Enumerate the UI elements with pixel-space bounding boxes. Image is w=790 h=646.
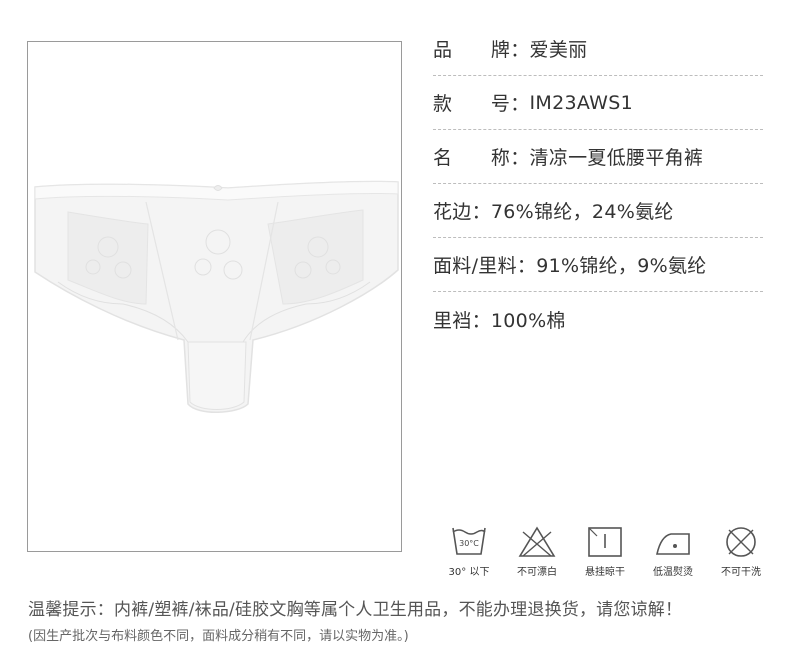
care-item-wash: 30°C 30° 以下 <box>440 524 498 578</box>
spec-label: 名 称： <box>433 147 530 169</box>
care-label: 30° 以下 <box>448 567 490 578</box>
wash-temp-label: 30°C <box>459 539 479 548</box>
care-label: 悬挂晾干 <box>585 567 625 578</box>
spec-value: 100%棉 <box>490 309 566 332</box>
spec-row-name: 名 称： 清凉一夏低腰平角裤 <box>433 130 763 184</box>
spec-label: 款 号： <box>433 93 530 115</box>
product-photo <box>27 41 402 552</box>
spec-label: 里裆： <box>433 309 491 332</box>
spec-value: 清凉一夏低腰平角裤 <box>529 147 704 169</box>
spec-table: 品 牌： 爱美丽 款 号： IM23AWS1 名 称： 清凉一夏低腰平角裤 花边： 76… <box>433 22 763 346</box>
spec-label: 花边： <box>433 201 491 223</box>
care-instructions: 30°C 30° 以下 不可漂白 悬挂晾干 低温熨烫 不可干洗 <box>440 524 770 578</box>
spec-row-fabric: 面料/里料： 91%锦纶，9%氨纶 <box>433 238 763 292</box>
spec-row-brand: 品 牌： 爱美丽 <box>433 22 763 76</box>
care-label: 低温熨烫 <box>653 567 693 578</box>
spec-value: 91%锦纶，9%氨纶 <box>536 255 707 277</box>
spec-value: 爱美丽 <box>529 39 588 61</box>
care-label: 不可干洗 <box>721 567 761 578</box>
no-dry-clean-icon <box>726 527 756 557</box>
spec-value: IM23AWS1 <box>529 91 633 114</box>
spec-row-lace: 花边： 76%锦纶，24%氨纶 <box>433 184 763 238</box>
care-item-dryclean: 不可干洗 <box>712 524 770 578</box>
care-label: 不可漂白 <box>517 567 557 578</box>
spec-value: 76%锦纶，24%氨纶 <box>490 201 674 223</box>
spec-label: 品 牌： <box>433 39 530 61</box>
hang-dry-shade-icon <box>588 527 622 557</box>
wash-30-icon: 30°C <box>452 527 486 555</box>
low-iron-icon <box>656 533 690 555</box>
notice-text: 温馨提示：内裤/塑裤/袜品/硅胶文胸等属个人卫生用品，不能办理退换货，请您谅解！ <box>28 600 683 620</box>
notice-subtext: (因生产批次与布料颜色不同，面料成分稍有不同，请以实物为准。) <box>28 629 409 644</box>
care-item-bleach: 不可漂白 <box>508 524 566 578</box>
care-item-iron: 低温熨烫 <box>644 524 702 578</box>
spec-row-model: 款 号： IM23AWS1 <box>433 76 763 130</box>
care-item-dry: 悬挂晾干 <box>576 524 634 578</box>
no-bleach-icon <box>518 526 556 557</box>
spec-label: 面料/里料： <box>433 255 537 277</box>
spec-row-crotch: 里裆： 100%棉 <box>433 292 763 346</box>
